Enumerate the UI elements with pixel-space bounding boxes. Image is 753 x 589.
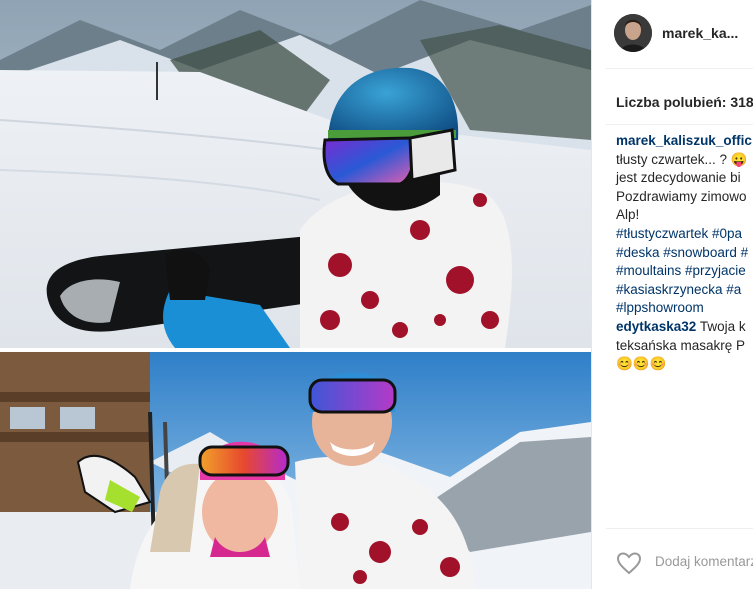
post-caption: marek_kaliszuk_offic tłusty czwartek... … (616, 132, 753, 318)
hashtag-line-1[interactable]: #tłustyczwartek #0pa (616, 225, 753, 244)
likes-divider (606, 124, 753, 125)
hashtag-line-3[interactable]: #moultains #przyjacie (616, 262, 753, 281)
photo-bottom-couple (0, 352, 591, 589)
comment: edytkaska32 Twoja k teksańska masakrę P … (616, 318, 753, 374)
add-comment-input[interactable]: Dodaj komentarz (655, 554, 753, 569)
comment-author[interactable]: edytkaska32 (616, 319, 696, 334)
caption-line-1: tłusty czwartek... ? 😛 (616, 151, 748, 167)
caption-author[interactable]: marek_kaliszuk_offic (616, 133, 752, 148)
post-photo[interactable] (0, 0, 591, 589)
likes-count[interactable]: Liczba polubień: 318 (616, 94, 753, 110)
comment-line-2: teksańska masakrę P (616, 337, 746, 353)
heart-outline-icon[interactable] (616, 551, 642, 575)
post-sidebar: marek_ka... Liczba polubień: 318 marek_k… (591, 0, 753, 589)
footer-divider (606, 528, 753, 529)
header-divider (606, 68, 753, 69)
post-header: marek_ka... (592, 0, 753, 68)
caption-line-2: jest zdecydowanie bi (616, 170, 741, 186)
hashtag-line-5[interactable]: #lppshowroom (616, 299, 753, 318)
photo-top-snowboarder (0, 0, 591, 348)
caption-line-3: Pozdrawiamy zimowo (616, 188, 747, 204)
profile-avatar[interactable] (614, 14, 652, 52)
hashtag-line-4[interactable]: #kasiaskrzynecka #a (616, 281, 753, 300)
hashtag-line-2[interactable]: #deska #snowboard # (616, 244, 753, 263)
comment-text: Twoja k (696, 319, 746, 334)
post-username[interactable]: marek_ka... (662, 25, 738, 41)
caption-line-4: Alp! (616, 207, 640, 223)
comment-emoji-line: 😊😊😊 (616, 356, 667, 372)
